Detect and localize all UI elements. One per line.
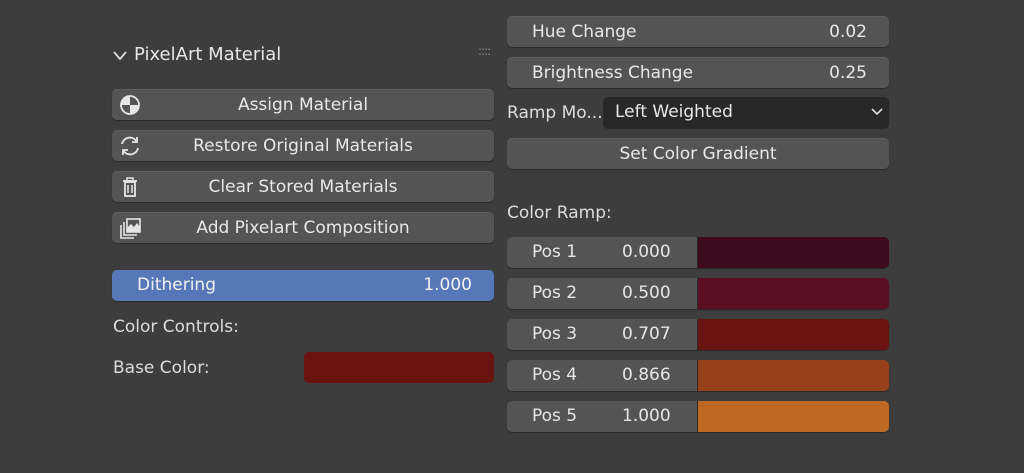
ramp-row-3[interactable]: Pos 3 0.707 [507,319,889,350]
ramp-pos-label: Pos 5 [532,406,578,426]
ramp-pos-value: 0.866 [622,365,671,385]
dithering-value: 1.000 [423,275,472,295]
dithering-slider[interactable]: Dithering 1.000 [112,270,494,301]
ramp-color-swatch[interactable] [697,278,889,309]
color-ramp-label: Color Ramp: [507,203,612,223]
drag-handle[interactable]: :::: [478,44,491,58]
assign-material-label: Assign Material [237,94,369,115]
clear-stored-materials-label: Clear Stored Materials [208,176,398,197]
material-ball-icon [118,94,142,116]
brightness-change-label: Brightness Change [532,62,694,83]
chevron-down-icon [871,108,883,116]
ramp-field[interactable]: Pos 5 1.000 [507,401,697,432]
ramp-pos-value: 0.000 [622,242,671,262]
ramp-pos-label: Pos 4 [532,365,578,385]
assign-material-button[interactable]: Assign Material [112,89,494,120]
ramp-pos-value: 0.500 [622,283,671,303]
ramp-field[interactable]: Pos 1 0.000 [507,237,697,268]
base-color-swatch[interactable] [304,352,494,383]
base-color-label: Base Color: [113,358,210,378]
ramp-field[interactable]: Pos 4 0.866 [507,360,697,391]
add-pixelart-composition-button[interactable]: Add Pixelart Composition [112,212,494,243]
set-color-gradient-label: Set Color Gradient [619,143,777,164]
ramp-mode-dropdown[interactable]: Left Weighted [603,97,889,128]
restore-materials-label: Restore Original Materials [193,135,413,156]
panel-header[interactable]: PixelArt Material :::: [112,44,502,68]
ramp-row-4[interactable]: Pos 4 0.866 [507,360,889,391]
ramp-mode-label: Ramp Mo... [507,103,603,123]
ramp-row-5[interactable]: Pos 5 1.000 [507,401,889,432]
ramp-field[interactable]: Pos 3 0.707 [507,319,697,350]
ramp-row-2[interactable]: Pos 2 0.500 [507,278,889,309]
ramp-color-swatch[interactable] [697,237,889,268]
ramp-field[interactable]: Pos 2 0.500 [507,278,697,309]
ramp-color-swatch[interactable] [697,360,889,391]
brightness-change-field[interactable]: Brightness Change 0.25 [507,57,889,88]
ramp-color-swatch[interactable] [697,401,889,432]
trash-icon [118,176,142,198]
image-stack-icon [118,217,142,239]
chevron-down-icon[interactable] [112,49,128,63]
color-ramp-list: Pos 1 0.000 Pos 2 0.500 Pos 3 0.707 Pos … [507,237,889,432]
ramp-pos-value: 1.000 [622,406,671,426]
ramp-pos-label: Pos 1 [532,242,578,262]
dithering-label: Dithering [137,275,216,295]
ramp-pos-label: Pos 2 [532,283,578,303]
hue-change-value: 0.02 [829,21,867,42]
add-pixelart-composition-label: Add Pixelart Composition [196,217,410,238]
hue-change-field[interactable]: Hue Change 0.02 [507,16,889,47]
ramp-row-1[interactable]: Pos 1 0.000 [507,237,889,268]
panel-title: PixelArt Material [134,44,282,65]
brightness-change-value: 0.25 [829,62,867,83]
set-color-gradient-button[interactable]: Set Color Gradient [507,138,889,169]
ramp-pos-value: 0.707 [622,324,671,344]
hue-change-label: Hue Change [532,21,637,42]
refresh-icon [118,135,142,157]
ramp-pos-label: Pos 3 [532,324,578,344]
ramp-mode-selected: Left Weighted [615,102,733,122]
color-controls-label: Color Controls: [113,317,239,337]
clear-stored-materials-button[interactable]: Clear Stored Materials [112,171,494,202]
restore-materials-button[interactable]: Restore Original Materials [112,130,494,161]
ramp-color-swatch[interactable] [697,319,889,350]
